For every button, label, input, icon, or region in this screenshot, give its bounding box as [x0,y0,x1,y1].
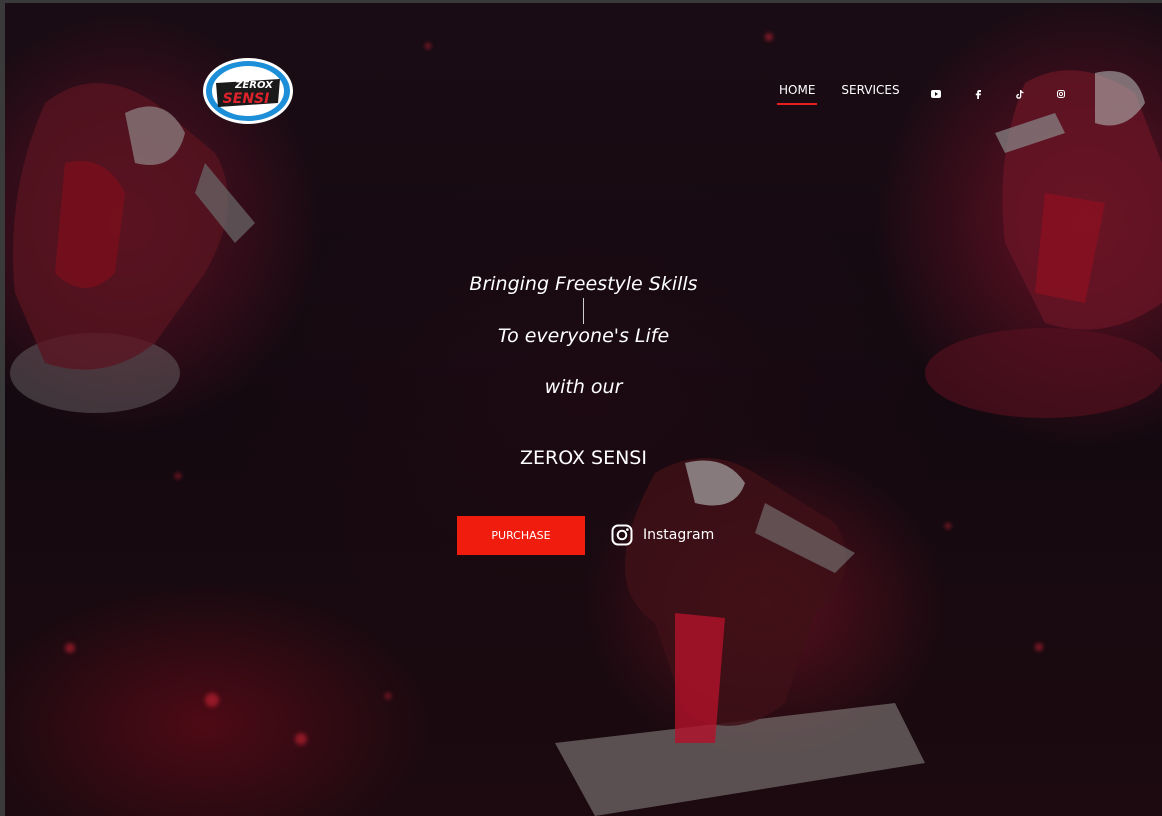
center-character-illustration [555,458,925,816]
particle [65,643,75,653]
particle [175,473,181,479]
right-character-illustration [925,70,1162,418]
logo-text-bottom: SENSI [223,91,270,107]
particle [425,43,431,49]
youtube-icon[interactable] [929,87,943,101]
instagram-icon[interactable] [1054,87,1068,101]
purchase-button[interactable]: PURCHASE [457,516,585,555]
instagram-link[interactable]: Instagram [611,524,714,546]
facebook-icon[interactable] [971,87,985,101]
hero-line-1: Bringing Freestyle Skills [469,273,698,295]
instagram-link-label: Instagram [643,527,715,543]
nav-home-link[interactable]: HOME [776,83,818,105]
hero-line-2: To everyone's Life [497,325,670,347]
hero-brand-title: ZEROX SENSI [520,447,647,469]
particle [385,693,391,699]
nav-services-link[interactable]: SERVICES [841,83,899,103]
particle [945,523,951,529]
particle [1035,643,1043,651]
logo-text-top: ZEROX [234,80,274,91]
particle [765,33,773,41]
main-nav: HOME SERVICES [776,83,926,105]
site-logo[interactable]: ZEROX SENSI [202,57,294,125]
hero-section: ZEROX SENSI HOME SERVICES Bringing Frees… [5,3,1162,816]
text-cursor [583,298,584,324]
hero-line-3: with our [544,376,623,398]
particle [295,733,307,745]
tiktok-icon[interactable] [1013,87,1027,101]
particle [205,693,219,707]
instagram-icon [611,524,633,546]
